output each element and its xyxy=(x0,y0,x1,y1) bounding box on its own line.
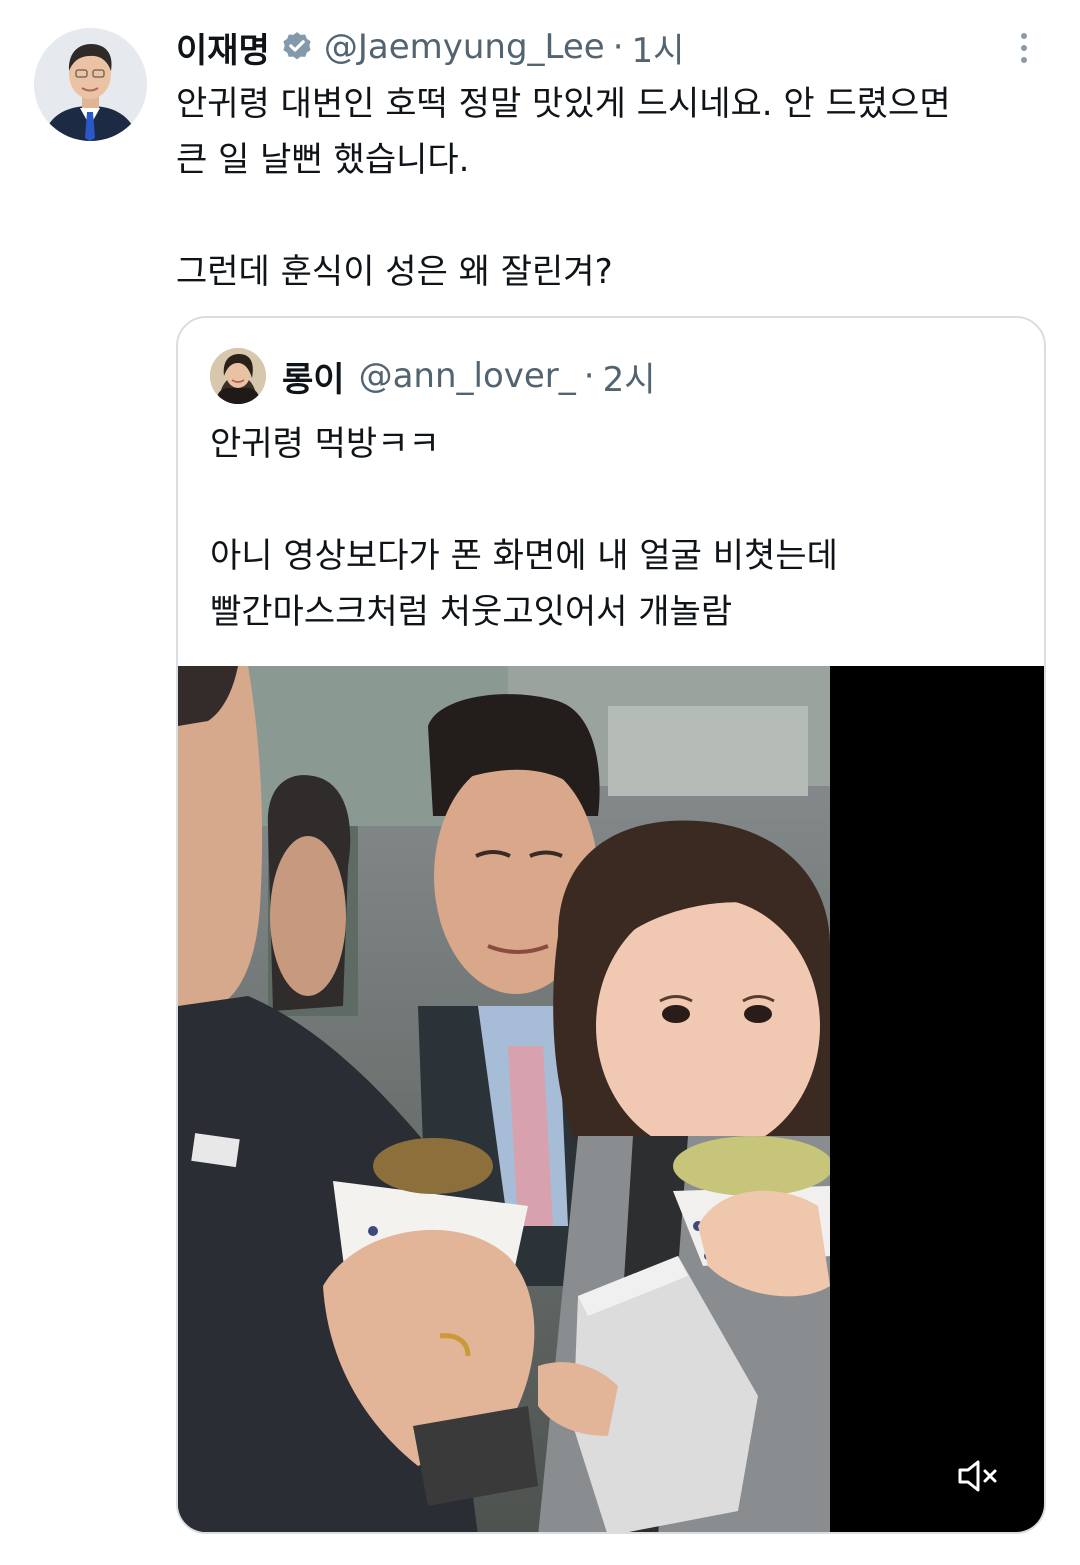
tweet-header: 이재명 @Jaemyung_Lee · 1시 xyxy=(176,22,684,72)
tweet-text-line: 그런데 훈식이 성은 왜 잘린겨? xyxy=(176,252,613,292)
quoted-author-handle[interactable]: @ann_lover_ xyxy=(359,356,576,396)
tweet-text-line: 큰 일 날뻔 했습니다. xyxy=(176,140,470,180)
tweet-text-line: 안귀령 대변인 호떡 정말 맛있게 드시네요. 안 드렸으면 xyxy=(176,84,951,124)
author-avatar-image xyxy=(34,28,147,141)
video-still xyxy=(178,666,830,1532)
quoted-text-line: 빨간마스크처럼 처웃고잇어서 개놀람 xyxy=(210,592,733,632)
quoted-tweet[interactable]: 롱이 @ann_lover_ · 2시 안귀령 먹방ㅋㅋ 아니 영상보다가 폰 … xyxy=(176,316,1046,1534)
verified-badge-icon xyxy=(283,32,311,60)
quoted-author-avatar[interactable] xyxy=(210,348,266,404)
quoted-author-avatar-image xyxy=(210,348,266,404)
separator-dot: · xyxy=(612,27,624,67)
quoted-author-name[interactable]: 롱이 xyxy=(282,352,345,401)
speaker-muted-icon[interactable] xyxy=(956,1456,1000,1496)
author-handle[interactable]: @Jaemyung_Lee xyxy=(324,27,605,67)
quoted-text-line: 안귀령 먹방ㅋㅋ xyxy=(210,424,440,464)
quoted-text-line: 아니 영상보다가 폰 화면에 내 얼굴 비쳣는데 xyxy=(210,536,838,576)
video-player[interactable] xyxy=(178,666,1044,1532)
separator-dot: · xyxy=(583,356,595,396)
quoted-tweet-header: 롱이 @ann_lover_ · 2시 xyxy=(282,352,656,400)
tweet-text: 안귀령 대변인 호떡 정말 맛있게 드시네요. 안 드렸으면 큰 일 날뻔 했습… xyxy=(176,76,1056,300)
author-avatar[interactable] xyxy=(34,28,147,141)
more-options-icon[interactable] xyxy=(1006,28,1042,68)
quoted-tweet-timestamp[interactable]: 2시 xyxy=(603,352,656,401)
author-name[interactable]: 이재명 xyxy=(176,23,270,72)
tweet[interactable]: 이재명 @Jaemyung_Lee · 1시 안귀령 대변인 호떡 정말 맛있게… xyxy=(0,0,1080,1565)
tweet-timestamp[interactable]: 1시 xyxy=(632,23,685,72)
quoted-tweet-text: 안귀령 먹방ㅋㅋ 아니 영상보다가 폰 화면에 내 얼굴 비쳣는데 빨간마스크처… xyxy=(210,416,1030,640)
video-frame[interactable] xyxy=(178,666,830,1532)
